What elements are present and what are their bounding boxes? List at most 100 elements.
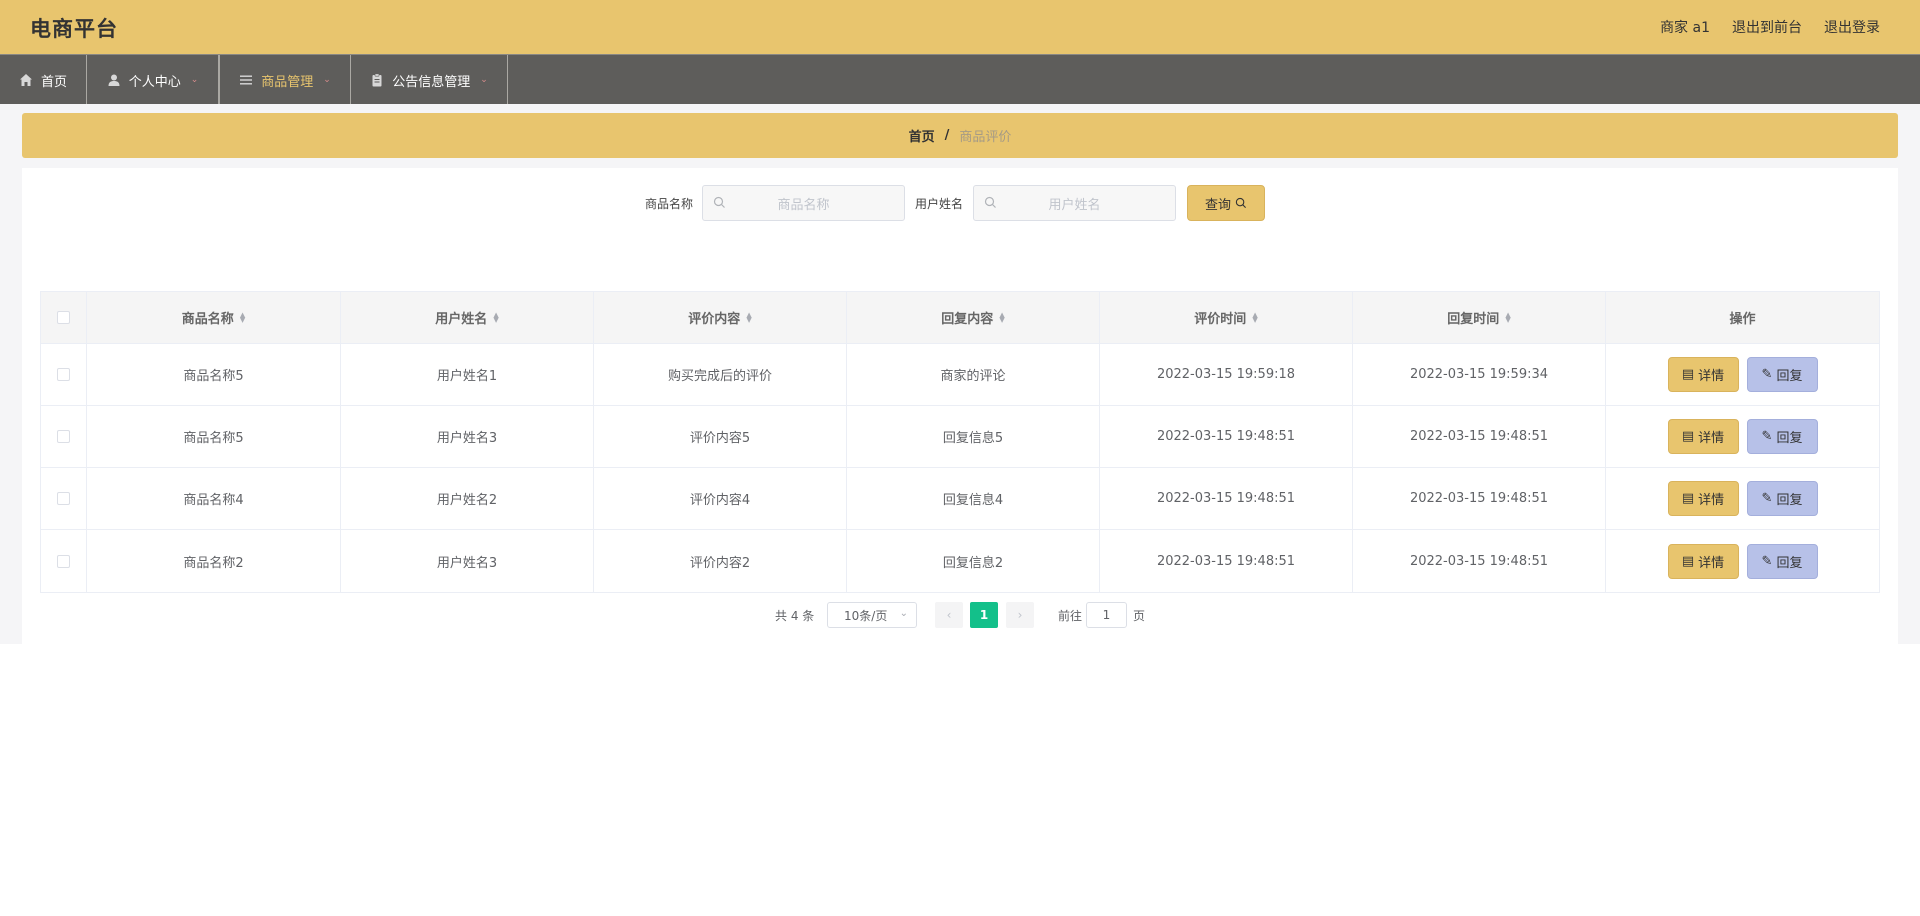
cell-user: 用户姓名1 — [341, 344, 594, 405]
table-row: 商品名称4 用户姓名2 评价内容4 回复信息4 2022-03-15 19:48:51 2… — [41, 468, 1879, 530]
home-icon — [19, 74, 32, 86]
row-checkbox[interactable] — [57, 368, 70, 381]
reply-button[interactable]: ✎ 回复 — [1746, 419, 1818, 454]
detail-button[interactable]: ▤ 详情 — [1667, 543, 1739, 579]
cell-review: 购买完成后的评价 — [594, 344, 847, 405]
merchant-account-link[interactable]: 商家 a1 — [1660, 17, 1710, 37]
detail-button[interactable]: ▤ 详情 — [1667, 481, 1739, 516]
column-header-review[interactable]: 评价内容 ▲ ▼ — [594, 292, 847, 343]
cell-product: 商品名称5 — [87, 344, 341, 405]
page-size-select[interactable]: 10条/页 ⌄ — [827, 602, 917, 628]
goto-page-input[interactable]: 1 — [1086, 602, 1127, 628]
detail-button[interactable]: ▤ 详情 — [1667, 419, 1739, 454]
document-icon: ▤ — [1681, 491, 1695, 506]
cell-actions: ▤ 详情 ✎ 回复 — [1606, 468, 1879, 529]
cell-review-time: 2022-03-15 19:48:51 — [1100, 530, 1353, 592]
table-row: 商品名称5 用户姓名3 评价内容5 回复信息5 2022-03-15 19:48:51 2… — [41, 406, 1879, 468]
cell-reply-time: 2022-03-15 19:48:51 — [1353, 406, 1606, 467]
table-body: 商品名称5 用户姓名1 购买完成后的评价 商家的评论 2022-03-15 19:59:… — [41, 344, 1879, 592]
menu-icon — [240, 75, 253, 85]
sort-icon[interactable]: ▲ ▼ — [746, 311, 751, 323]
cell-reply-time: 2022-03-15 19:48:51 — [1353, 468, 1606, 529]
edit-icon: ✎ — [1761, 367, 1773, 382]
page-size-value: 10条/页 — [844, 608, 888, 623]
page-number-current[interactable]: 1 — [970, 602, 998, 628]
logout-link[interactable]: 退出登录 — [1824, 17, 1880, 37]
search-icon — [1235, 197, 1247, 209]
chevron-down-icon: ⌄ — [190, 75, 199, 85]
query-button-label: 查询 — [1204, 197, 1231, 213]
table-row: 商品名称5 用户姓名1 购买完成后的评价 商家的评论 2022-03-15 19:59:… — [41, 344, 1879, 406]
cell-review-time: 2022-03-15 19:48:51 — [1100, 468, 1353, 529]
breadcrumb: 首页 / 商品评价 — [22, 113, 1898, 158]
column-header-review-time[interactable]: 评价时间 ▲ ▼ — [1100, 292, 1353, 343]
breadcrumb-home[interactable]: 首页 — [909, 126, 935, 145]
cell-review-time: 2022-03-15 19:48:51 — [1100, 406, 1353, 467]
product-name-placeholder: 商品名称 — [777, 197, 830, 213]
column-header-reply-time[interactable]: 回复时间 ▲ ▼ — [1353, 292, 1606, 343]
cell-product: 商品名称4 — [87, 468, 341, 529]
user-name-label: 用户姓名 — [915, 197, 964, 211]
sort-icon[interactable]: ▲ ▼ — [999, 311, 1004, 323]
cell-reply-time: 2022-03-15 19:48:51 — [1353, 530, 1606, 592]
nav-item-label: 公告信息管理 — [392, 74, 471, 90]
detail-button[interactable]: ▤ 详情 — [1667, 357, 1739, 392]
row-checkbox[interactable] — [57, 492, 70, 505]
reply-button[interactable]: ✎ 回复 — [1746, 543, 1818, 579]
user-name-placeholder: 用户姓名 — [1048, 197, 1101, 213]
sort-icon[interactable]: ▲ ▼ — [240, 311, 245, 323]
sort-icon[interactable]: ▲ ▼ — [1505, 311, 1510, 323]
nav-item-home[interactable]: 首页 — [0, 55, 87, 105]
cell-review: 评价内容5 — [594, 406, 847, 467]
cell-actions: ▤ 详情 ✎ 回复 — [1606, 530, 1879, 592]
cell-reply-time: 2022-03-15 19:59:34 — [1353, 344, 1606, 405]
cell-product: 商品名称2 — [87, 530, 341, 592]
chevron-down-icon: ⌄ — [323, 75, 331, 85]
sort-icon[interactable]: ▲ ▼ — [493, 311, 498, 323]
cell-review: 评价内容4 — [594, 468, 847, 529]
chevron-down-icon: ⌄ — [480, 75, 488, 85]
search-icon — [713, 196, 725, 208]
nav-item-product-management[interactable]: 商品管理 ⌄ — [219, 55, 351, 105]
query-button[interactable]: 查询 — [1187, 185, 1265, 221]
table-row: 商品名称2 用户姓名3 评价内容2 回复信息2 2022-03-15 19:48:51 2… — [41, 530, 1879, 592]
document-icon: ▤ — [1681, 367, 1695, 382]
chevron-down-icon: ⌄ — [899, 608, 908, 619]
nav-item-announcement-management[interactable]: 公告信息管理 ⌄ — [351, 55, 508, 105]
exit-to-frontend-link[interactable]: 退出到前台 — [1732, 17, 1802, 37]
top-header: 电商平台 商家 a1 退出到前台 退出登录 — [0, 0, 1920, 54]
pagination-total: 共 4 条 — [775, 609, 815, 623]
column-header-actions: 操作 — [1729, 312, 1756, 327]
chevron-left-icon: ‹ — [946, 608, 952, 622]
cell-reply: 回复信息4 — [847, 468, 1100, 529]
cell-user: 用户姓名2 — [341, 468, 594, 529]
sort-icon[interactable]: ▲ ▼ — [1252, 311, 1257, 323]
user-name-input[interactable]: 用户姓名 — [973, 185, 1176, 221]
select-all-checkbox[interactable] — [57, 311, 70, 324]
reply-button[interactable]: ✎ 回复 — [1746, 357, 1818, 392]
main-nav: 首页 个人中心 ⌄ 商品管理 ⌄ 公告信息管理 ⌄ — [0, 54, 1920, 105]
nav-item-label: 商品管理 — [261, 74, 314, 90]
cell-reply: 商家的评论 — [847, 344, 1100, 405]
cell-product: 商品名称5 — [87, 406, 341, 467]
next-page-button[interactable]: › — [1006, 602, 1034, 628]
review-table: 商品名称 ▲ ▼ 用户姓名 ▲ ▼ 评价内容 ▲ ▼ 回复内容 ▲ ▼ 评价时间 ▲ ▼ 回复时间 ▲… — [40, 291, 1880, 593]
product-name-input[interactable]: 商品名称 — [702, 185, 905, 221]
goto-label: 前往 — [1058, 609, 1083, 623]
cell-reply: 回复信息2 — [847, 530, 1100, 592]
product-name-label: 商品名称 — [645, 197, 694, 211]
reply-button[interactable]: ✎ 回复 — [1746, 481, 1818, 516]
search-icon — [984, 196, 996, 208]
breadcrumb-current: 商品评价 — [959, 130, 1012, 145]
prev-page-button[interactable]: ‹ — [935, 602, 963, 628]
column-header-user[interactable]: 用户姓名 ▲ ▼ — [341, 292, 594, 343]
cell-user: 用户姓名3 — [341, 406, 594, 467]
cell-review-time: 2022-03-15 19:59:18 — [1100, 344, 1353, 405]
edit-icon: ✎ — [1761, 491, 1773, 506]
nav-item-personal-center[interactable]: 个人中心 ⌄ — [87, 55, 219, 105]
row-checkbox[interactable] — [57, 430, 70, 443]
column-header-reply[interactable]: 回复内容 ▲ ▼ — [847, 292, 1100, 343]
row-checkbox[interactable] — [57, 554, 70, 568]
column-header-product[interactable]: 商品名称 ▲ ▼ — [87, 292, 341, 343]
chevron-right-icon: › — [1017, 608, 1023, 622]
